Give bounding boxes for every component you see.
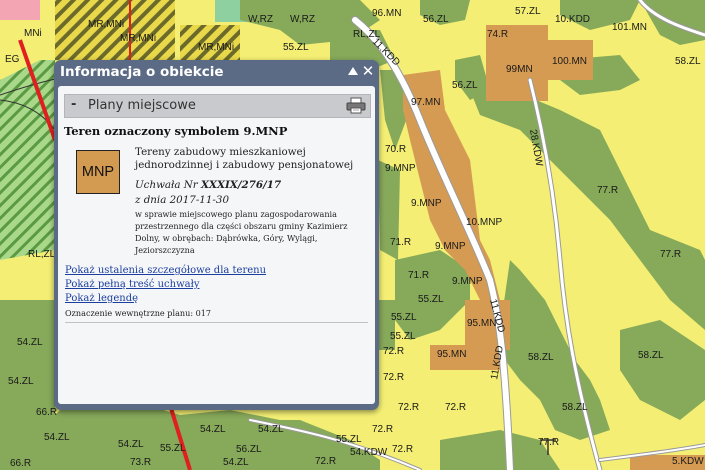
section-collapse-toggle[interactable]: - [71, 97, 76, 112]
map-label: 5.KDW [672, 456, 704, 467]
map-label: 55.ZL [336, 434, 362, 445]
map-label: 9.MNP [385, 163, 416, 174]
link-legend[interactable]: Pokaż legendę [65, 293, 138, 304]
map-label: 54.ZL [258, 424, 284, 435]
zone-symbol-badge: MNP [76, 150, 120, 194]
map-label: 54.ZL [44, 432, 70, 443]
map-label: 56.ZL [236, 444, 262, 455]
map-label: 73.R [130, 457, 151, 468]
map-label: 72.R [315, 456, 336, 467]
resolution-number: XXXIX/276/17 [201, 179, 282, 191]
map-label: 100.MN [552, 56, 587, 67]
divider [65, 322, 368, 323]
map-label: 96.MN [372, 8, 401, 19]
map-label: 54.KDW [350, 447, 388, 458]
map-label: 54.ZL [223, 457, 249, 468]
map-label: 9.MNP [411, 198, 442, 209]
link-full-resolution[interactable]: Pokaż pełną treść uchwały [65, 279, 199, 290]
section-header-plany[interactable]: - Plany miejscowe [64, 94, 371, 118]
map-label: 55.ZL [391, 312, 417, 323]
map-label: 56.ZL [423, 14, 449, 25]
map-label: 72.R [398, 402, 419, 413]
map-label: 95.MN [467, 318, 496, 329]
map-label: 56.ZL [452, 80, 478, 91]
map-label: MR,MNi [88, 19, 124, 30]
map-label: 58.ZL [638, 350, 664, 361]
map-label: 101.MN [612, 22, 647, 33]
map-label: 55.ZL [160, 443, 186, 454]
zone-symbol-label: MNP [81, 164, 115, 180]
area-title: Teren oznaczony symbolem 9.MNP [64, 124, 288, 138]
map-label: 74.R [487, 29, 508, 40]
close-icon[interactable]: ✕ [361, 63, 375, 79]
map-label: 72.R [445, 402, 466, 413]
map-label: 58.ZL [528, 352, 554, 363]
map-label: 54.ZL [8, 376, 34, 387]
collapse-icon[interactable] [348, 67, 358, 75]
map-label: 55.ZL [283, 42, 309, 53]
map-label: 77.R [597, 185, 618, 196]
resolution-date: z dnia 2017-11-30 [135, 194, 229, 206]
map-label: 66.R [10, 458, 31, 469]
map-label: 72.R [372, 424, 393, 435]
object-info-popup: Informacja o obiekcie ✕ - Plany miejscow… [54, 60, 379, 410]
map-label: 97.MN [411, 97, 440, 108]
map-label: 9.MNP [452, 276, 483, 287]
map-label: W,RZ [290, 14, 315, 25]
internal-plan-id: Oznaczenie wewnętrzne planu: 017 [65, 308, 212, 318]
map-label: 54.ZL [200, 424, 226, 435]
map-label: 72.R [392, 444, 413, 455]
map-label: 55.ZL [390, 331, 416, 342]
map-label: 58.ZL [675, 56, 701, 67]
link-detailed-provisions[interactable]: Pokaż ustalenia szczegółowe dla terenu [65, 265, 266, 276]
map-label: 77.R [538, 437, 559, 448]
map-label: 54.ZL [17, 337, 43, 348]
map-label: 99MN [506, 64, 533, 75]
map-label: 95.MN [437, 349, 466, 360]
map-label: RL,ZL [353, 29, 381, 40]
map-label: 55.ZL [418, 294, 444, 305]
map-label: W,RZ [248, 14, 273, 25]
map-label: MNi [24, 28, 42, 39]
map-label: 10.MNP [466, 217, 502, 228]
map-label: 10.KDD [555, 14, 590, 25]
popup-header[interactable]: Informacja o obiekcie ✕ [54, 60, 379, 86]
map-label: 66.R [36, 407, 57, 418]
map-label: 54.ZL [118, 439, 144, 450]
map-label: 57.ZL [515, 6, 541, 17]
map-label: 77.R [660, 249, 681, 260]
print-icon[interactable] [346, 97, 366, 114]
map-label: 70.R [385, 144, 406, 155]
map-label: MR,MNi [198, 42, 234, 53]
map-label: 72.R [383, 372, 404, 383]
map-label: MR,MNi [120, 33, 156, 44]
resolution-subject: w sprawie miejscowego planu zagospodarow… [135, 209, 348, 255]
map-label: EG [5, 54, 20, 65]
map-label: 72.R [383, 346, 404, 357]
resolution-line: Uchwała Nr XXXIX/276/17 [135, 179, 281, 191]
section-title: Plany miejscowe [88, 98, 196, 113]
popup-body: - Plany miejscowe Teren oznaczony symbol… [58, 86, 375, 404]
map-label: 58.ZL [562, 402, 588, 413]
map-label: 71.R [408, 270, 429, 281]
resolution-prefix: Uchwała Nr [135, 179, 201, 191]
zone-description: Tereny zabudowy mieszkaniowej jednorodzi… [135, 146, 354, 171]
map-label: RL,ZL [28, 249, 56, 260]
map-label: 9.MNP [435, 241, 466, 252]
map-label: 71.R [390, 237, 411, 248]
popup-title: Informacja o obiekcie [60, 64, 224, 80]
